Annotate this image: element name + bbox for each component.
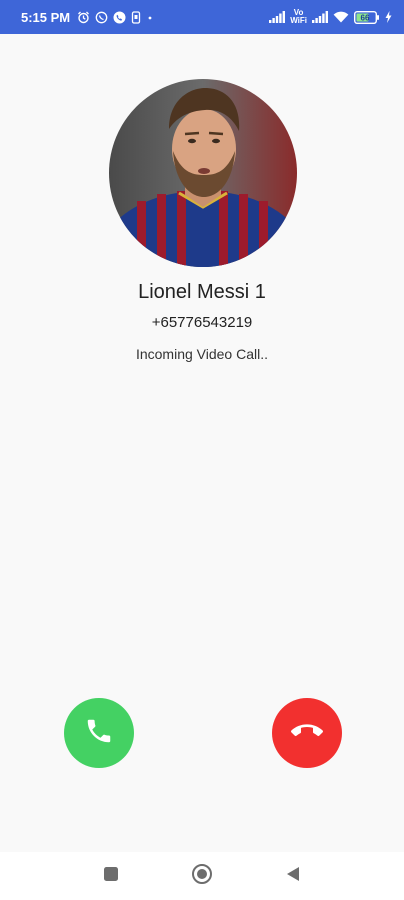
- volte-icon: Vo WiFi: [290, 8, 307, 25]
- whatsapp-icon: [95, 11, 108, 24]
- recents-button[interactable]: [87, 852, 135, 900]
- back-triangle-icon: [285, 866, 301, 887]
- decline-call-button[interactable]: [272, 698, 342, 768]
- signal-icon-2: [312, 11, 328, 23]
- home-circle-icon: [191, 863, 213, 890]
- caller-number: +65776543219: [151, 314, 253, 331]
- battery-icon: 66: [354, 10, 380, 24]
- caller-avatar: [109, 79, 297, 267]
- charging-icon: [385, 11, 392, 23]
- phone-icon: [84, 716, 114, 751]
- alarm-icon: [77, 11, 90, 24]
- sim-icon: [131, 10, 141, 24]
- home-button[interactable]: [178, 852, 226, 900]
- signal-icon: [269, 11, 286, 23]
- caller-name: Lionel Messi 1: [138, 281, 266, 303]
- dot-icon: [146, 11, 154, 24]
- status-bar-left: 5:15 PM: [21, 10, 154, 25]
- navigation-bar: [0, 852, 404, 900]
- accept-call-button[interactable]: [64, 698, 134, 768]
- back-button[interactable]: [269, 852, 317, 900]
- battery-level: 66: [361, 13, 370, 22]
- phone-call-icon: [113, 11, 126, 24]
- wifi-icon: [333, 11, 349, 23]
- status-bar: 5:15 PM Vo WiFi 66: [0, 0, 404, 34]
- status-bar-right: Vo WiFi 66: [269, 9, 392, 25]
- status-time: 5:15 PM: [21, 9, 71, 25]
- call-status: Incoming Video Call..: [135, 346, 269, 362]
- phone-hangup-icon: [291, 715, 323, 752]
- recents-square-icon: [104, 866, 118, 886]
